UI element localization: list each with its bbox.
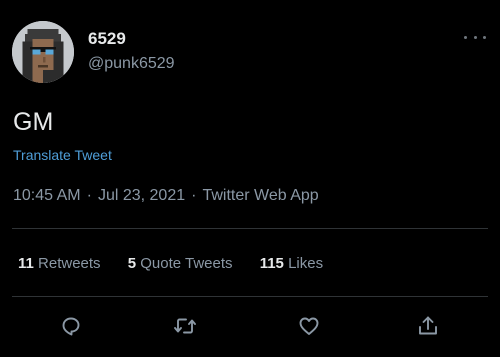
- reply-icon: [62, 317, 80, 336]
- quote-tweets-stat[interactable]: 5 Quote Tweets: [128, 254, 233, 274]
- tweet-date[interactable]: Jul 23, 2021: [98, 187, 185, 204]
- likes-label: Likes: [288, 255, 324, 272]
- display-name[interactable]: 6529: [88, 29, 126, 49]
- reply-button[interactable]: [58, 313, 84, 339]
- quotes-count: 5: [127, 255, 137, 272]
- tweet-detail: 6529 @punk6529 GM Translate Tweet 10:45 …: [0, 0, 500, 357]
- tweet-source[interactable]: Twitter Web App: [202, 187, 318, 204]
- retweets-count: 11: [18, 255, 34, 272]
- tweet-time[interactable]: 10:45 AM: [13, 187, 81, 204]
- meta-separator: ·: [191, 187, 197, 204]
- divider: [12, 228, 488, 229]
- likes-count: 115: [259, 255, 284, 272]
- share-button[interactable]: [415, 313, 441, 339]
- quotes-label: Quote Tweets: [140, 255, 233, 272]
- tweet-text: GM: [13, 108, 54, 136]
- meta-separator: ·: [86, 187, 92, 204]
- user-handle[interactable]: @punk6529: [88, 54, 175, 74]
- cryptopunk-avatar-icon: [12, 21, 74, 83]
- translate-tweet-link[interactable]: Translate Tweet: [13, 146, 112, 164]
- share-icon: [419, 316, 437, 335]
- divider: [12, 296, 488, 297]
- engagement-stats: 11 Retweets 5 Quote Tweets 115 Likes: [18, 254, 346, 274]
- tweet-meta: 10:45 AM · Jul 23, 2021 · Twitter Web App: [13, 186, 319, 206]
- like-button[interactable]: [296, 313, 322, 339]
- retweets-stat[interactable]: 11 Retweets: [18, 254, 101, 274]
- retweet-icon: [174, 318, 196, 334]
- more-options-icon[interactable]: [464, 28, 486, 46]
- avatar[interactable]: [12, 21, 74, 83]
- retweets-label: Retweets: [38, 255, 101, 272]
- likes-stat[interactable]: 115 Likes: [260, 254, 323, 274]
- retweet-button[interactable]: [172, 313, 198, 339]
- like-icon: [299, 317, 319, 335]
